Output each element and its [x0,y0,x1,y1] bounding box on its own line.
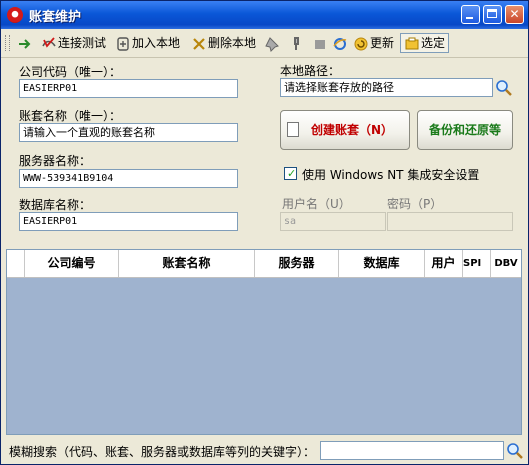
add-local-button[interactable]: 加入本地 [115,34,180,52]
title-bar[interactable]: 账套维护 ✕ [1,1,528,29]
minimize-icon [466,17,473,19]
stop-icon [315,39,325,49]
company-code-label: 公司代码（唯一）： [19,65,122,79]
delete-icon [193,37,205,50]
wrench-icon [294,36,299,50]
pin-icon [265,36,279,52]
green-arrow-icon [19,38,31,49]
fuzzy-search-label: 模糊搜索（代码、账套、服务器或数据库等列的关键字）： [9,445,316,459]
close-button[interactable]: ✕ [505,5,524,24]
search-icon [507,443,523,459]
checkmark-icon: ✓ [287,167,297,180]
app-icon [7,7,23,23]
minimize-button[interactable] [461,5,480,24]
window-title: 账套维护 [29,10,82,25]
maximize-button[interactable] [483,5,502,24]
server-name-label: 服务器名称： [19,154,92,168]
column-database[interactable]: 数据库 [339,250,425,277]
database-name-label: 数据库名称： [19,198,92,212]
stop-button[interactable] [312,34,329,52]
app-window: 账套维护 ✕ 连接测试 加入本地 删除本地 更新 选定 公司代码（唯一）： EA… [0,0,529,465]
create-account-button[interactable]: 创建账套（N） [280,110,410,150]
magnifier-icon [496,80,512,96]
wrench-button[interactable] [288,34,305,52]
delete-local-button[interactable]: 删除本地 [191,34,256,52]
delete-local-label: 删除本地 [208,36,257,50]
test-connection-button[interactable]: 连接测试 [41,34,106,52]
update-button[interactable]: 更新 [353,34,394,52]
close-icon: ✕ [509,7,520,21]
toolbar-grip[interactable] [5,35,10,51]
windows-nt-checkbox[interactable]: ✓ [284,167,297,180]
server-name-field[interactable]: WWW-539341B9104 [19,169,238,188]
add-local-icon [117,36,129,51]
connection-icon [42,36,56,48]
select-label: 选定 [421,36,446,50]
update-label: 更新 [370,36,395,50]
database-name-field[interactable]: EASIERP01 [19,212,238,231]
search-button[interactable] [506,442,524,460]
search-bar: 模糊搜索（代码、账套、服务器或数据库等列的关键字）： [1,438,528,464]
local-path-label: 本地路径： [280,64,341,78]
create-account-label: 创建账套（N） [310,123,394,137]
column-spi[interactable]: SPI [463,250,491,277]
account-name-label: 账套名称（唯一）： [19,109,122,123]
maximize-icon [487,9,497,18]
fuzzy-search-input[interactable] [320,441,504,460]
username-label: 用户名（U） [282,197,351,211]
username-field[interactable]: sa [280,212,386,231]
local-path-field[interactable]: 请选择账套存放的路径 [280,78,493,97]
browse-path-button[interactable] [495,79,513,97]
column-account-name[interactable]: 账套名称 [119,250,255,277]
toolbar: 连接测试 加入本地 删除本地 更新 选定 [1,29,528,58]
password-label: 密码（P） [387,197,443,211]
column-user[interactable]: 用户 [425,250,463,277]
select-button[interactable]: 选定 [400,33,450,53]
row-selector-header [7,250,25,277]
backup-restore-label: 备份和还原等 [428,123,501,137]
column-company-code[interactable]: 公司编号 [25,250,119,277]
backup-restore-button[interactable]: 备份和还原等 [417,110,513,150]
select-icon [405,37,419,49]
grid-header: 公司编号 账套名称 服务器 数据库 用户 SPI DBV [7,250,521,278]
add-local-label: 加入本地 [132,36,181,50]
ie-icon [333,37,347,50]
password-field[interactable] [387,212,513,231]
company-code-field[interactable]: EASIERP01 [19,79,238,98]
browser-button[interactable] [332,34,349,52]
refresh-icon [354,37,368,50]
account-grid[interactable]: 公司编号 账套名称 服务器 数据库 用户 SPI DBV [6,249,522,435]
windows-nt-label: 使用 Windows NT 集成安全设置 [302,168,480,182]
pin-button[interactable] [264,34,281,52]
arrow-button[interactable] [17,34,34,52]
column-dbv[interactable]: DBV [491,250,521,277]
document-icon [287,122,299,137]
account-name-field[interactable]: 请输入一个直观的账套名称 [19,123,238,142]
column-server[interactable]: 服务器 [255,250,339,277]
test-connection-label: 连接测试 [58,36,107,50]
